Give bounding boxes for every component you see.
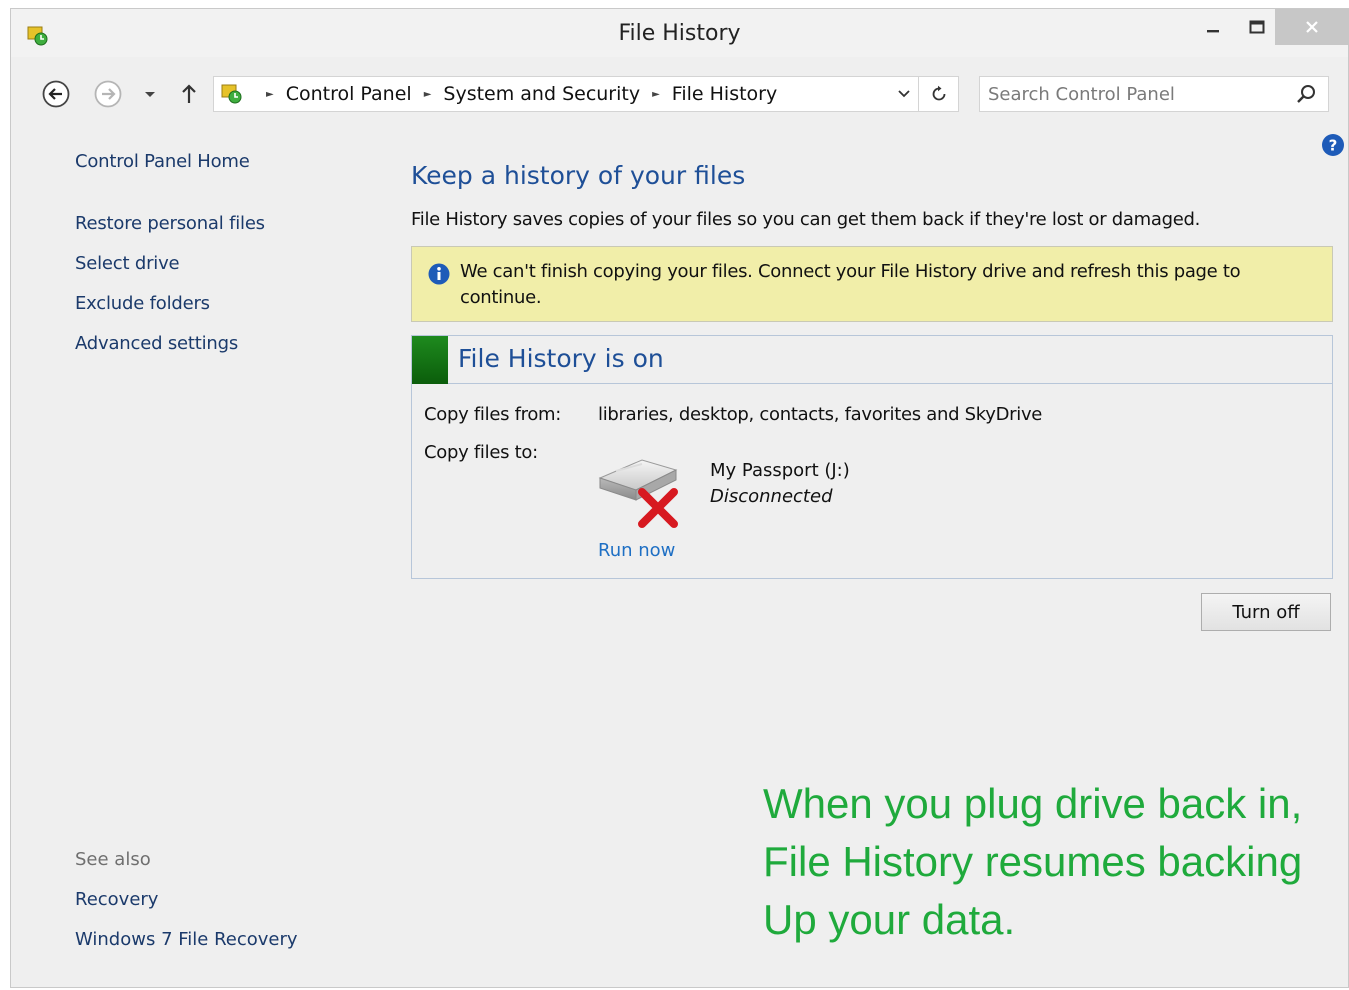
file-history-window: File History ► Control Panel ► System an… (10, 8, 1349, 988)
back-button[interactable] (39, 77, 73, 111)
close-icon (1306, 21, 1318, 33)
recovery-link[interactable]: Recovery (75, 889, 158, 910)
copy-from-label: Copy files from: (424, 404, 562, 425)
minimize-icon (1207, 30, 1219, 33)
annotation-line: Up your data. (763, 896, 1016, 943)
status-indicator (412, 336, 448, 384)
search-icon[interactable] (1294, 83, 1318, 107)
search-input[interactable] (988, 79, 1278, 109)
copy-from-value: libraries, desktop, contacts, favorites … (598, 404, 1043, 425)
restore-personal-files-link[interactable]: Restore personal files (75, 213, 265, 234)
breadcrumb-separator-icon[interactable]: ► (424, 89, 432, 100)
title-bar: File History (11, 9, 1349, 57)
navigation-row: ► Control Panel ► System and Security ► … (11, 71, 1348, 115)
see-also-label: See also (75, 849, 151, 870)
maximize-icon (1249, 20, 1265, 34)
windows-7-file-recovery-link[interactable]: Windows 7 File Recovery (75, 929, 298, 950)
minimize-button[interactable] (1191, 9, 1235, 45)
window-title: File History (618, 21, 741, 46)
breadcrumb-file-history[interactable]: File History (672, 83, 777, 105)
annotation-line: When you plug drive back in, (763, 780, 1303, 827)
maximize-button[interactable] (1235, 9, 1279, 45)
address-bar[interactable]: ► Control Panel ► System and Security ► … (213, 76, 959, 112)
select-drive-link[interactable]: Select drive (75, 253, 180, 274)
search-box[interactable] (979, 76, 1329, 112)
annotation-callout: When you plug drive back in, File Histor… (763, 775, 1343, 949)
breadcrumb-separator-icon[interactable]: ► (652, 89, 660, 100)
forward-arrow-icon (94, 80, 122, 108)
address-dropdown-button[interactable] (892, 77, 916, 111)
chevron-down-icon (145, 92, 155, 97)
recent-locations-button[interactable] (137, 77, 163, 111)
chevron-down-icon (898, 90, 910, 98)
disconnected-drive-icon (598, 459, 678, 528)
breadcrumb-control-panel[interactable]: Control Panel (286, 83, 412, 105)
copy-to-label: Copy files to: (424, 442, 538, 463)
drive-name: My Passport (J:) (710, 460, 850, 481)
warning-banner: We can't finish copying your files. Conn… (411, 246, 1333, 322)
status-title: File History is on (458, 344, 664, 373)
breadcrumb: ► Control Panel ► System and Security ► … (254, 77, 777, 111)
status-header: File History is on (412, 336, 1332, 384)
drive-status: Disconnected (710, 486, 833, 507)
exclude-folders-link[interactable]: Exclude folders (75, 293, 210, 314)
breadcrumb-system-and-security[interactable]: System and Security (443, 83, 640, 105)
turn-off-button[interactable]: Turn off (1201, 593, 1331, 631)
refresh-icon (932, 85, 945, 101)
file-history-status-panel: File History is on Copy files from: libr… (411, 335, 1333, 579)
control-panel-home-link[interactable]: Control Panel Home (75, 151, 250, 172)
up-button[interactable] (175, 77, 203, 111)
info-icon (428, 263, 450, 285)
svg-text:?: ? (1329, 137, 1338, 155)
forward-button[interactable] (91, 77, 125, 111)
up-arrow-icon (182, 84, 196, 103)
run-now-link[interactable]: Run now (598, 540, 675, 561)
advanced-settings-link[interactable]: Advanced settings (75, 333, 238, 354)
breadcrumb-separator-icon: ► (266, 88, 274, 100)
control-panel-icon (221, 84, 242, 104)
page-description: File History saves copies of your files … (411, 209, 1201, 230)
warning-message: We can't finish copying your files. Conn… (460, 261, 1241, 308)
close-button[interactable] (1275, 9, 1349, 45)
back-arrow-icon (42, 80, 70, 108)
refresh-button[interactable] (918, 77, 958, 111)
annotation-line: File History resumes backing (763, 838, 1303, 885)
help-icon[interactable]: ? (1321, 133, 1345, 157)
page-title: Keep a history of your files (411, 161, 746, 190)
